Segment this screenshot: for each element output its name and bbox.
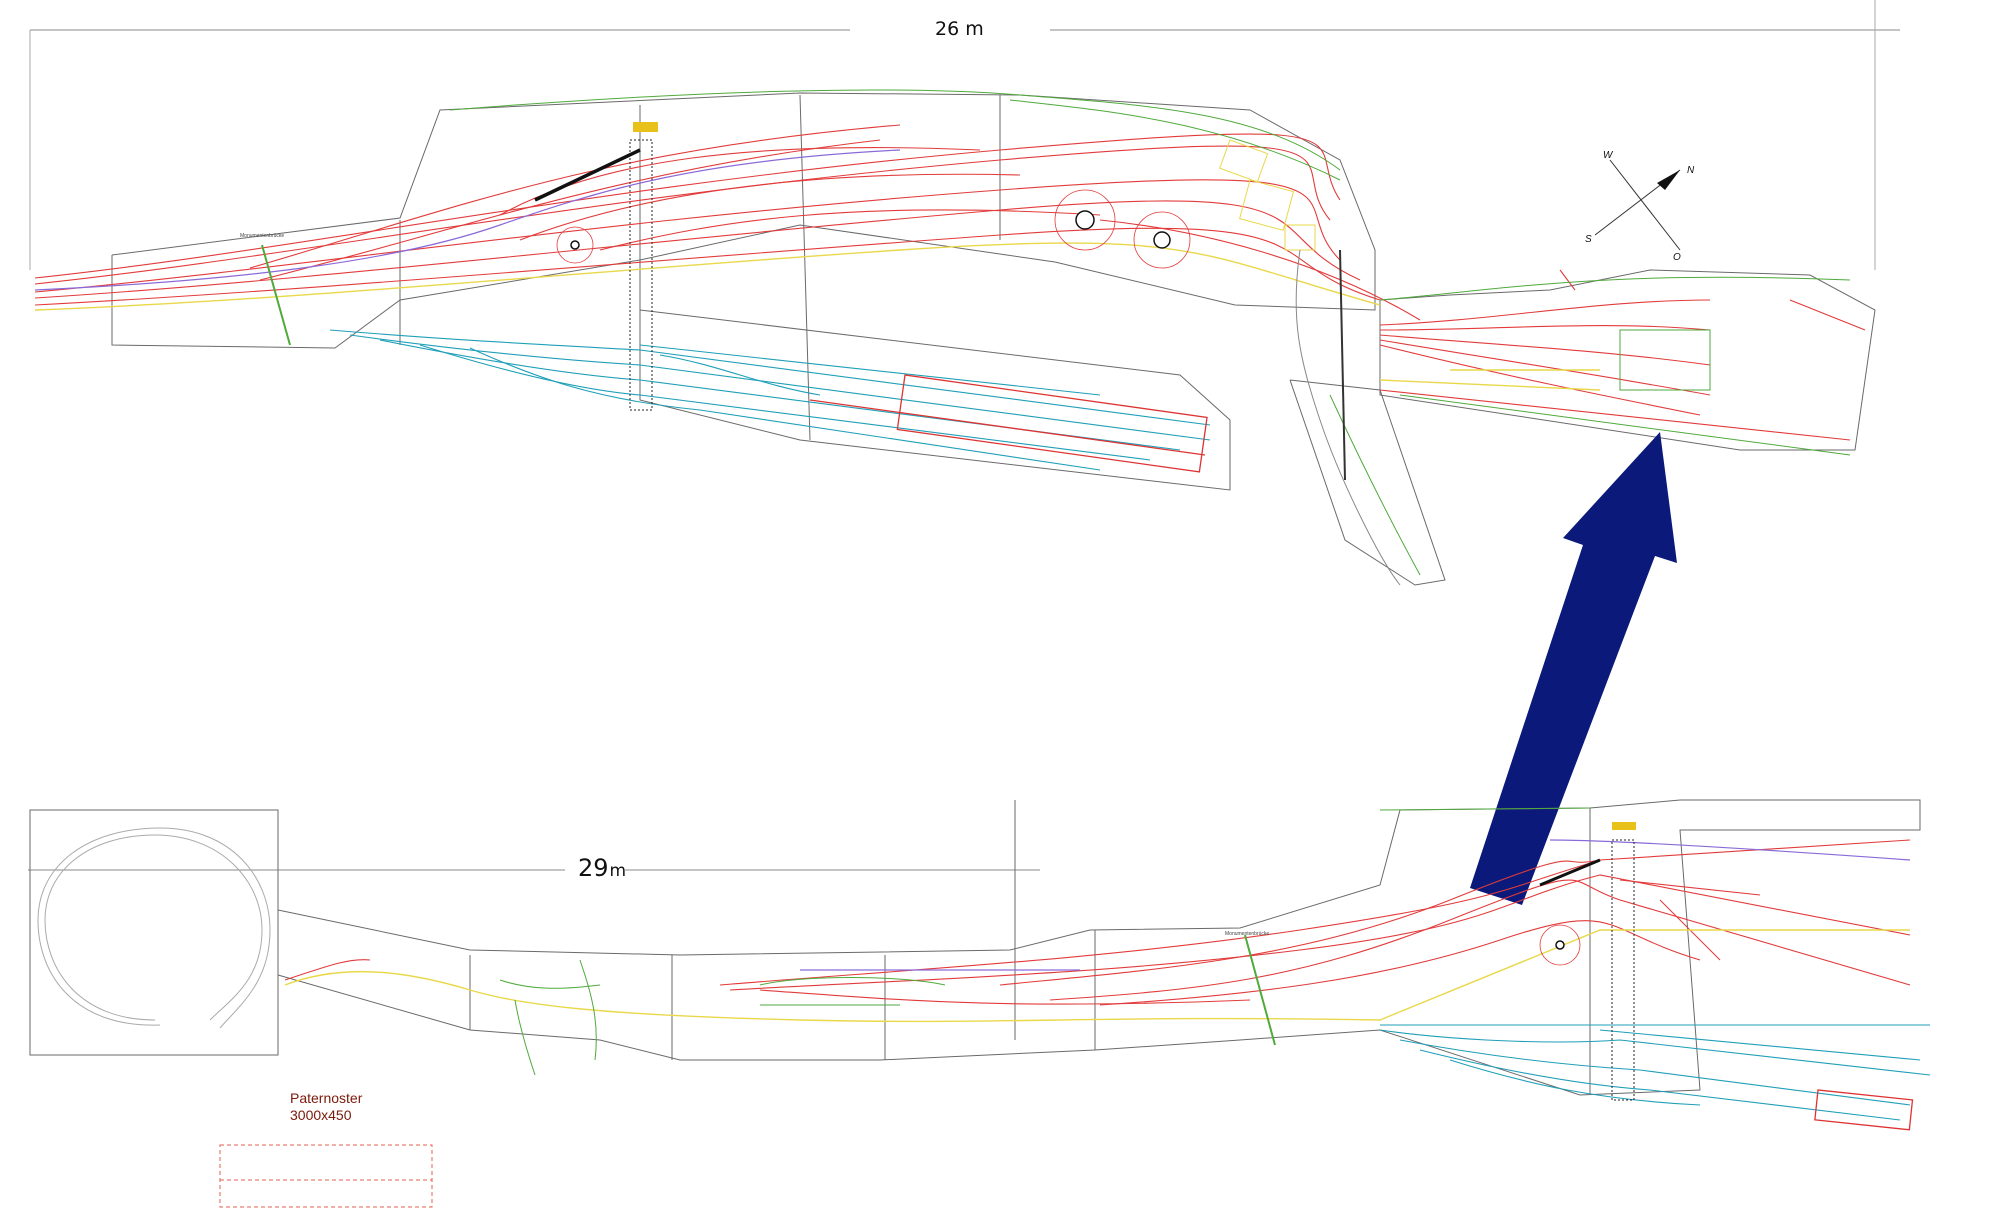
top-plan-outline-east xyxy=(1379,269,1876,451)
top-plan-sbahn-tracks xyxy=(34,242,1601,391)
compass: W N S O xyxy=(1585,150,1695,263)
top-plan-outline-ramp xyxy=(1289,379,1446,586)
top-plan-yard-tracks xyxy=(329,329,1211,471)
compass-east: O xyxy=(1673,252,1681,263)
compass-south: S xyxy=(1585,234,1592,245)
compass-north: N xyxy=(1687,165,1695,176)
big-arrow-icon xyxy=(1470,432,1677,905)
bottom-plan-loop-box xyxy=(29,809,279,1056)
top-plan-outline-west xyxy=(111,92,1376,349)
top-dimension-label: 26 m xyxy=(935,18,984,40)
legend-box xyxy=(219,1144,433,1208)
bottom-bridge-label: Monumentenbrücke xyxy=(1225,931,1269,937)
legend-title: Paternoster xyxy=(290,1090,363,1106)
bottom-plan-turntable xyxy=(1539,822,1914,1131)
top-bridge-label: Monumentenbrücke xyxy=(240,233,284,239)
north-arrow-icon xyxy=(1657,170,1680,190)
bottom-dimension-label: 29m xyxy=(578,854,626,882)
top-plan-violet-tracks xyxy=(34,149,901,291)
track-plan-diagram: 26 m Monumentenbrücke W N S O 29m Monume… xyxy=(28,0,1931,1208)
top-plan-buildings xyxy=(1219,139,1711,391)
direction-arrow xyxy=(1470,432,1677,905)
legend-size: 3000x450 xyxy=(290,1107,352,1123)
top-plan-platforms xyxy=(809,374,1208,473)
bottom-plan xyxy=(29,799,1921,1096)
top-plan-main-tracks xyxy=(34,124,1866,441)
paternoster-legend: Paternoster 3000x450 xyxy=(219,1090,433,1208)
bottom-plan-main-tracks xyxy=(284,839,1911,1006)
top-plan-outline-yard xyxy=(639,309,1231,491)
bottom-dimension: 29m xyxy=(28,854,1040,882)
bottom-plan-yard-tracks xyxy=(1379,1024,1931,1121)
compass-west: W xyxy=(1603,150,1614,161)
top-plan-markers xyxy=(534,122,1346,481)
helix-loop xyxy=(37,827,271,1029)
